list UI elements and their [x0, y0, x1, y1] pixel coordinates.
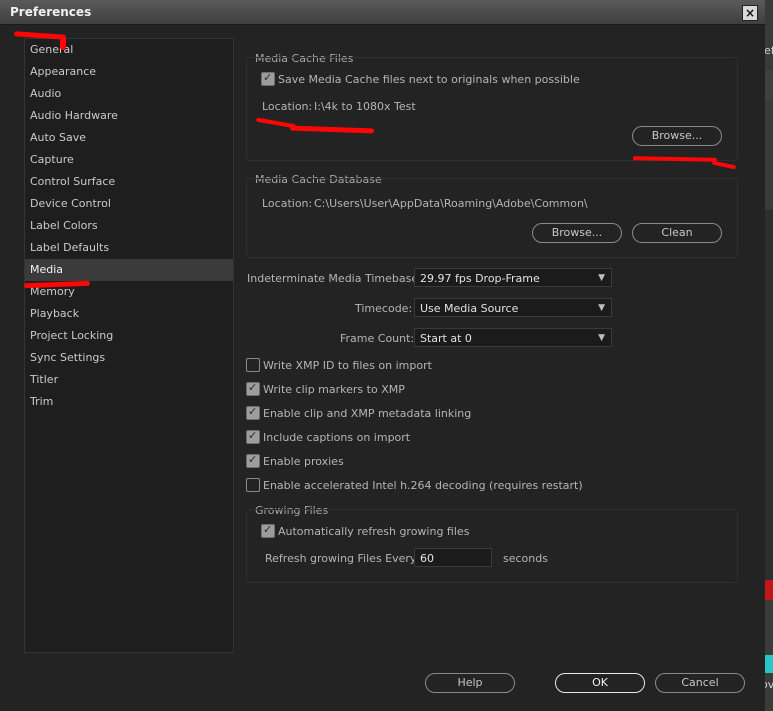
write-clip-markers-label: Write clip markers to XMP [263, 383, 405, 396]
sidebar-item-label-defaults[interactable]: Label Defaults [25, 237, 233, 259]
intel-h264-label: Enable accelerated Intel h.264 decoding … [263, 479, 583, 492]
cache-files-browse-button[interactable]: Browse... [632, 126, 722, 146]
sidebar-item-trim[interactable]: Trim [25, 391, 233, 413]
help-button[interactable]: Help [425, 673, 515, 693]
enable-proxies-checkbox[interactable] [246, 453, 260, 468]
dialog-title: Preferences [10, 5, 92, 19]
timebase-select[interactable]: 29.97 fps Drop-Frame ▼ [414, 268, 612, 287]
timecode-label: Timecode: [355, 302, 413, 315]
write-clip-markers-checkbox[interactable] [246, 381, 260, 396]
cache-location-value: I:\4k to 1080x Test [314, 100, 416, 113]
sidebar-item-media[interactable]: Media [25, 259, 233, 281]
seconds-label: seconds [503, 552, 548, 565]
save-cache-next-label: Save Media Cache files next to originals… [278, 73, 580, 86]
chevron-down-icon: ▼ [598, 303, 605, 313]
timebase-label: Indeterminate Media Timebase: [247, 272, 422, 285]
sidebar-item-device-control[interactable]: Device Control [25, 193, 233, 215]
title-bar[interactable]: Preferences × [0, 0, 765, 25]
annotation-stroke [60, 36, 66, 50]
sidebar-item-control-surface[interactable]: Control Surface [25, 171, 233, 193]
sidebar-item-project-locking[interactable]: Project Locking [25, 325, 233, 347]
refresh-interval-label: Refresh growing Files Every [265, 552, 417, 565]
background-text: eff [764, 44, 773, 57]
cancel-button[interactable]: Cancel [655, 673, 745, 693]
frame-count-label: Frame Count: [340, 332, 415, 345]
refresh-interval-input[interactable]: 60 [414, 548, 492, 567]
sidebar-item-sync-settings[interactable]: Sync Settings [25, 347, 233, 369]
chevron-down-icon: ▼ [598, 333, 605, 343]
frame-count-value: Start at 0 [420, 332, 472, 345]
background-panel [765, 210, 773, 590]
timebase-value: 29.97 fps Drop-Frame [420, 272, 540, 285]
annotation-stroke [711, 160, 737, 170]
metadata-linking-label: Enable clip and XMP metadata linking [263, 407, 472, 420]
sidebar-item-appearance[interactable]: Appearance [25, 61, 233, 83]
cache-location-label: Location: [262, 100, 313, 113]
intel-h264-checkbox[interactable] [246, 478, 260, 492]
ok-button[interactable]: OK [555, 673, 645, 693]
auto-refresh-label: Automatically refresh growing files [278, 525, 470, 538]
sidebar-item-playback[interactable]: Playback [25, 303, 233, 325]
database-browse-button[interactable]: Browse... [532, 223, 622, 243]
media-cache-database-group [246, 178, 738, 258]
database-clean-button[interactable]: Clean [632, 223, 722, 243]
sidebar-item-auto-save[interactable]: Auto Save [25, 127, 233, 149]
sidebar-item-label-colors[interactable]: Label Colors [25, 215, 233, 237]
sidebar-item-capture[interactable]: Capture [25, 149, 233, 171]
sidebar-item-audio-hardware[interactable]: Audio Hardware [25, 105, 233, 127]
write-xmp-id-label: Write XMP ID to files on import [263, 359, 432, 372]
growing-files-group [246, 509, 738, 583]
sidebar-item-audio[interactable]: Audio [25, 83, 233, 105]
save-cache-next-checkbox[interactable] [261, 71, 275, 86]
sidebar-item-titler[interactable]: Titler [25, 369, 233, 391]
metadata-linking-checkbox[interactable] [246, 405, 260, 420]
sidebar-item-general[interactable]: General [25, 39, 233, 61]
write-xmp-id-checkbox[interactable] [246, 358, 260, 372]
frame-count-select[interactable]: Start at 0 ▼ [414, 328, 612, 347]
preferences-dialog: Preferences × General Appearance Audio A… [0, 0, 765, 711]
preferences-sidebar: General Appearance Audio Audio Hardware … [24, 38, 234, 653]
database-location-value: C:\Users\User\AppData\Roaming\Adobe\Comm… [314, 197, 588, 210]
enable-proxies-label: Enable proxies [263, 455, 344, 468]
include-captions-label: Include captions on import [263, 431, 411, 444]
database-location-label: Location: [262, 197, 313, 210]
close-button[interactable]: × [742, 5, 758, 21]
auto-refresh-checkbox[interactable] [261, 523, 275, 538]
chevron-down-icon: ▼ [598, 273, 605, 283]
timecode-select[interactable]: Use Media Source ▼ [414, 298, 612, 317]
timecode-value: Use Media Source [420, 302, 519, 315]
include-captions-checkbox[interactable] [246, 429, 260, 444]
background-panel [765, 70, 773, 100]
